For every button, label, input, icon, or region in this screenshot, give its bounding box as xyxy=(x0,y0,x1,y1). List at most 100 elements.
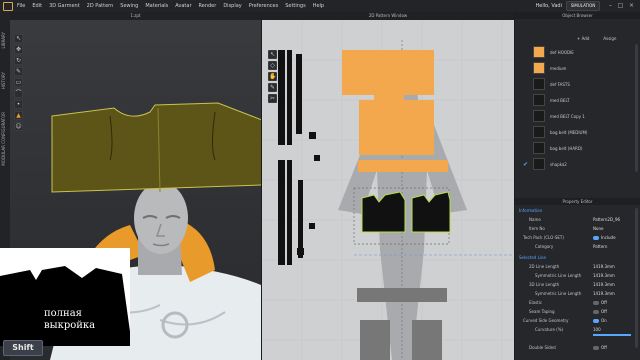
color-swatch xyxy=(533,94,545,106)
menu-avatar[interactable]: Avatar xyxy=(175,3,191,9)
full-pattern-black xyxy=(0,266,132,346)
hoodie-patterns[interactable] xyxy=(342,50,448,172)
item-label: def HOODIE xyxy=(550,49,574,55)
menu-file[interactable]: File xyxy=(17,3,25,9)
3d-cap-garment[interactable] xyxy=(51,102,261,193)
techpack-value: Include xyxy=(601,235,616,240)
2d-toolbar: ↖ ◇ ✋ ✎ ✂ xyxy=(268,50,278,105)
list-item[interactable]: med BELT xyxy=(519,93,637,107)
object-browser-toolbar: + Add Assign xyxy=(515,35,640,42)
move-icon[interactable]: ✥ xyxy=(14,45,23,54)
double-sided-value: Off xyxy=(601,345,607,350)
menu-2d-pattern[interactable]: 2D Pattern xyxy=(87,3,114,9)
seam-taping-toggle[interactable] xyxy=(593,310,599,314)
inset-pattern-preview: полная выкройка xyxy=(0,248,132,346)
list-item[interactable]: bag belt (HARD) xyxy=(519,141,637,155)
shirt-icon[interactable]: ▲ xyxy=(14,111,23,120)
3d-toolbar: ↖ ✥ ↻ ✎ ▭ ⌒ • ▲ ☺ xyxy=(14,34,24,133)
strap-patterns[interactable] xyxy=(278,50,320,265)
property-row-double-sided[interactable]: Double Sided Off xyxy=(515,343,640,353)
property-editor-title: Property Editor xyxy=(515,198,640,205)
history-tab[interactable]: HISTORY xyxy=(1,72,9,89)
app-logo xyxy=(3,1,13,11)
list-item[interactable]: ✔ shapka2 xyxy=(519,157,637,171)
shift-key-indicator: Shift xyxy=(3,340,43,356)
select-pattern-icon[interactable]: ↖ xyxy=(268,50,277,59)
cap-pattern-right[interactable] xyxy=(411,191,451,233)
item-label: med BELT xyxy=(550,97,570,103)
double-sided-toggle[interactable] xyxy=(593,346,599,350)
library-tab[interactable]: LIBRARY xyxy=(1,32,9,48)
curvature-slider[interactable] xyxy=(593,334,631,336)
cap-pattern-left[interactable] xyxy=(361,191,406,233)
menu-display[interactable]: Display xyxy=(223,3,241,9)
cursor-icon[interactable]: ↖ xyxy=(14,34,23,43)
item-label: bag belt (MEDIUM) xyxy=(550,129,588,135)
color-swatch xyxy=(533,46,545,58)
add-button[interactable]: + Add xyxy=(577,36,589,41)
item-label: medium xyxy=(550,65,567,71)
color-swatch xyxy=(533,142,545,154)
menu-bar: File Edit 3D Garment 2D Pattern Sewing M… xyxy=(0,0,640,12)
close-icon[interactable]: × xyxy=(628,2,635,9)
list-item[interactable]: def FASTS xyxy=(519,77,637,91)
color-swatch xyxy=(533,126,545,138)
curved-side-value: On xyxy=(601,318,607,323)
property-editor-scrollbar[interactable] xyxy=(635,208,638,348)
brush-icon[interactable]: ✎ xyxy=(14,67,23,76)
minimize-icon[interactable]: – xyxy=(607,2,614,9)
2d-window-title: 2D Pattern Window xyxy=(262,12,514,20)
pen-icon[interactable]: ✎ xyxy=(268,83,277,92)
elastic-value: Off xyxy=(601,300,607,305)
simulation-mode-button[interactable]: SIMULATION xyxy=(566,1,600,11)
scissors-icon[interactable]: ✂ xyxy=(268,94,277,103)
menu-preferences[interactable]: Preferences xyxy=(249,3,278,9)
object-browser-scrollbar[interactable] xyxy=(635,44,638,172)
select-icon[interactable]: ▭ xyxy=(14,78,23,87)
pin-icon[interactable]: • xyxy=(14,100,23,109)
color-swatch xyxy=(533,110,545,122)
seam-taping-value: Off xyxy=(601,309,607,314)
item-label: med BELT Copy 1 xyxy=(550,113,585,119)
inset-caption: полная выкройка xyxy=(44,308,95,332)
modular-configurator-tab[interactable]: MODULAR CONFIGURATOR xyxy=(1,112,9,166)
menu-3d-garment[interactable]: 3D Garment xyxy=(49,3,80,9)
2d-pattern-canvas[interactable] xyxy=(262,20,514,360)
user-greeting[interactable]: Hello, Vadi xyxy=(535,3,562,9)
maximize-icon[interactable]: □ xyxy=(617,2,624,9)
curvature-label: Curvature (%) xyxy=(535,327,564,332)
property-row-curvature[interactable]: Curvature (%) 100 xyxy=(515,325,640,336)
hand-icon[interactable]: ✋ xyxy=(268,72,277,81)
edit-point-icon[interactable]: ◇ xyxy=(268,61,277,70)
fold-icon[interactable]: ⌒ xyxy=(14,89,23,98)
color-swatch xyxy=(533,158,545,170)
curved-side-toggle[interactable] xyxy=(593,319,599,323)
person-icon[interactable]: ☺ xyxy=(14,122,23,131)
menu-edit[interactable]: Edit xyxy=(32,3,42,9)
menu-materials[interactable]: Materials xyxy=(145,3,168,9)
rotate-icon[interactable]: ↻ xyxy=(14,56,23,65)
menu-settings[interactable]: Settings xyxy=(285,3,306,9)
property-row-category[interactable]: Category Pattern xyxy=(515,242,640,252)
list-item[interactable]: med BELT Copy 1 xyxy=(519,109,637,123)
double-sided-label: Double Sided xyxy=(529,345,556,350)
list-item[interactable]: bag belt (MEDIUM) xyxy=(519,125,637,139)
assign-button[interactable]: Assign xyxy=(603,36,616,41)
menu-sewing[interactable]: Sewing xyxy=(120,3,138,9)
category-select[interactable]: Pattern xyxy=(593,242,607,252)
menu-help[interactable]: Help xyxy=(313,3,324,9)
list-item[interactable]: def HOODIE xyxy=(519,45,637,59)
item-label: shapka2 xyxy=(550,161,567,167)
menu-render[interactable]: Render xyxy=(199,3,217,9)
category-label: Category xyxy=(535,244,554,249)
right-panel: Object Browser + Add Assign def HOODIE m… xyxy=(515,12,640,360)
2d-pattern-window[interactable]: 2D Pattern Window ↖ ◇ ✋ ✎ ✂ xyxy=(262,12,514,360)
list-item[interactable]: medium xyxy=(519,61,637,75)
color-swatch xyxy=(533,62,545,74)
color-swatch xyxy=(533,78,545,90)
item-label: def FASTS xyxy=(550,81,570,87)
techpack-toggle[interactable] xyxy=(593,236,599,240)
elastic-toggle[interactable] xyxy=(593,301,599,305)
object-browser-title: Object Browser xyxy=(515,12,640,19)
check-icon[interactable]: ✔ xyxy=(523,161,528,168)
